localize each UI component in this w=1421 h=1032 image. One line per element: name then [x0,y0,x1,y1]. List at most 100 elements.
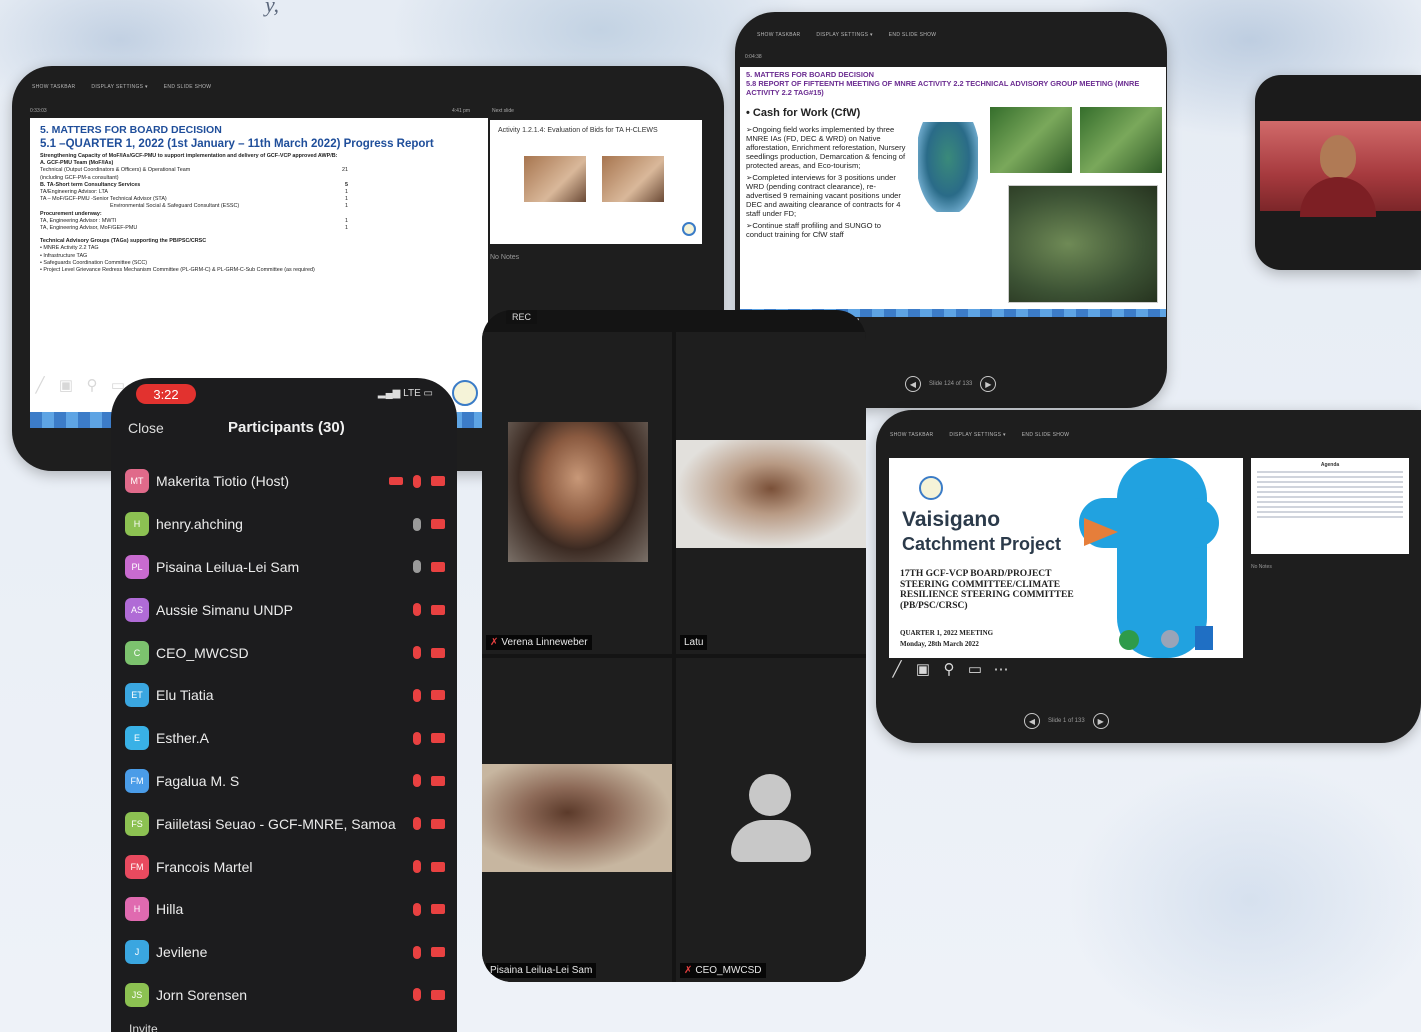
participant-row[interactable]: AS Aussie Simanu UNDP [125,588,445,631]
camera-off-icon [431,775,445,786]
participant-row[interactable]: MT Makerita Tiotio (Host) [125,460,445,503]
project-logo [452,380,478,406]
display-settings-button[interactable]: DISPLAY SETTINGS ▾ [816,32,872,38]
participant-avatar: PL [125,554,149,579]
current-slide: Vaisigano Catchment Project 17TH GCF-VCP… [889,458,1243,658]
participant-avatar: E [125,726,149,751]
participant-status-icons [413,517,445,531]
participant-row[interactable]: C CEO_MWCSD [125,631,445,674]
video-tile[interactable]: ✗ Verena Linneweber [482,332,672,654]
participant-row[interactable]: E Esther.A [125,717,445,760]
participant-avatar: FS [125,811,149,836]
muted-mic-icon [413,945,421,959]
previous-slide-icon[interactable]: ◀ [905,376,921,392]
meeting-photo [524,156,586,202]
video-tile[interactable]: ✗ CEO_MWCSD [676,658,866,982]
bullet: ➢Completed interviews for 3 positions un… [746,173,901,218]
tag-bullet: • Project Level Grievance Redress Mechan… [40,267,315,274]
slide-counter: Slide 124 of 133 [929,381,973,387]
next-slide-icon[interactable]: ▶ [1092,713,1109,729]
camera-off-icon [431,947,445,958]
participant-avatar: JS [125,982,149,1007]
slides-icon[interactable]: ▣ [58,376,74,394]
muted-mic-icon [413,646,421,660]
slide-heading: 5. MATTERS FOR BOARD DECISION [746,70,874,79]
close-button[interactable]: Close [128,420,164,436]
next-slide-icon[interactable]: ▶ [980,376,997,392]
subtitle-icon[interactable]: ▭ [967,660,983,678]
participant-video [676,440,866,548]
muted-mic-icon [413,988,421,1002]
bullet: ➢Ongoing field works implemented by thre… [746,125,906,170]
display-settings-button[interactable]: DISPLAY SETTINGS ▾ [949,432,1005,438]
invite-button[interactable]: Invite [129,1022,158,1032]
participant-row[interactable]: FS Faiiletasi Seuao - GCF-MNRE, Samoa [125,802,445,845]
next-slide-preview[interactable]: Activity 1.2.1.4: Evaluation of Bids for… [490,120,702,244]
video-tile[interactable]: Latu [676,332,866,654]
participant-video [508,422,648,562]
background-caption: y, [265,0,280,17]
presenter-toolbar: SHOW TASKBAR DISPLAY SETTINGS ▾ END SLID… [757,28,936,42]
camera-off-icon [431,476,445,487]
participant-name: Esther.A [156,730,209,747]
participants-panel: 3:22 ▂▄▆ LTE ▭ Close Participants (30) M… [111,378,457,1032]
participant-row[interactable]: ET Elu Tiatia [125,674,445,717]
previous-slide-icon[interactable]: ◀ [1024,713,1040,729]
camera-off-icon [431,989,445,1000]
zoom-icon[interactable]: ⚲ [84,376,100,394]
pen-icon[interactable]: ╱ [32,376,48,394]
timer: 0:04:38 [745,54,762,60]
muted-mic-icon [413,902,421,916]
participant-row[interactable]: J Jevilene [125,931,445,974]
show-taskbar-button[interactable]: SHOW TASKBAR [32,84,75,90]
participant-row[interactable]: PL Pisaina Leilua-Lei Sam [125,546,445,589]
participant-name: Elu Tiatia [156,687,214,704]
slide-bullets: ➢Ongoing field works implemented by thre… [746,125,906,239]
presenter-toolbar: SHOW TASKBAR DISPLAY SETTINGS ▾ END SLID… [32,80,211,94]
participant-name: Aussie Simanu UNDP [156,601,293,618]
participant-status-icons [413,817,445,831]
participants-list: MT Makerita Tiotio (Host) Hhenry.ahching PL… [125,460,445,1016]
slide-heading: 5. MATTERS FOR BOARD DECISION [40,124,222,136]
end-slideshow-button[interactable]: END SLIDE SHOW [889,32,937,38]
slide-pager: ◀ Slide 1 of 133 ▶ [1024,713,1109,729]
slide-subheading: 5.8 REPORT OF FIFTEENTH MEETING OF MNRE … [746,79,1140,97]
camera-off-icon [431,690,445,701]
participant-row[interactable]: FM Francois Martel [125,845,445,888]
participant-name: Makerita Tiotio (Host) [156,473,290,490]
show-taskbar-button[interactable]: SHOW TASKBAR [757,32,800,38]
video-tile[interactable]: Pisaina Leilua-Lei Sam [482,658,672,982]
participant-avatar: J [125,940,149,965]
slides-icon[interactable]: ▣ [915,660,931,678]
participant-name: Jevilene [156,944,208,961]
mic-icon [413,517,421,531]
end-slideshow-button[interactable]: END SLIDE SHOW [1022,432,1070,438]
more-options-icon[interactable]: ⋯ [993,660,1009,678]
satellite-map [1008,185,1158,303]
avatar-placeholder-icon [731,820,811,862]
camera-off-icon [431,733,445,744]
next-slide-preview[interactable]: Agenda [1251,458,1409,554]
participant-row[interactable]: Hhenry.ahching [125,503,445,546]
display-settings-button[interactable]: DISPLAY SETTINGS ▾ [91,84,147,90]
current-slide: 5. MATTERS FOR BOARD DECISION 5.8 REPORT… [740,67,1166,317]
zoom-icon[interactable]: ⚲ [941,660,957,678]
tag-bullet: • Safeguards Coordination Committee (SCC… [40,259,148,266]
participant-row[interactable]: JS Jorn Sorensen [125,974,445,1017]
participant-row[interactable]: FM Fagalua M. S [125,760,445,803]
camera-off-icon [431,904,445,915]
camera-off-icon [431,561,445,572]
participant-name: Pisaina Leilua-Lei Sam [156,558,300,575]
participant-status-icons [413,560,445,574]
participant-video [1260,121,1421,217]
annotation-tools: ╱ ▣ ⚲ ▭ [32,376,126,394]
section-d: Technical Advisory Groups (TAGs) support… [40,238,207,245]
field-photo [990,107,1072,173]
next-slide-label: Next slide [492,108,514,114]
end-slideshow-button[interactable]: END SLIDE SHOW [164,84,212,90]
row-b3: Environmental Social & Safeguard Consult… [110,203,348,210]
show-taskbar-button[interactable]: SHOW TASKBAR [890,432,933,438]
status-time: 3:22 [136,384,196,404]
participant-row[interactable]: H Hilla [125,888,445,931]
pen-icon[interactable]: ╱ [889,660,905,678]
